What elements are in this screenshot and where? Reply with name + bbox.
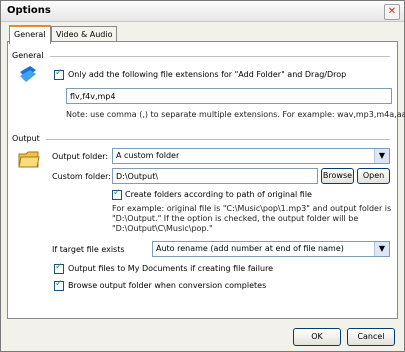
output-to-documents-label: Output files to My Documents if creating… [68, 264, 274, 273]
only-add-extensions-checkbox[interactable] [54, 68, 64, 80]
extensions-input[interactable]: flv,f4v,mp4 [66, 88, 392, 104]
if-target-exists-value: Auto rename (add number at end of file n… [156, 244, 344, 253]
chevron-down-icon[interactable]: ▼ [374, 242, 389, 256]
only-add-extensions-label: Only add the following file extensions f… [68, 70, 347, 79]
create-folders-checkbox[interactable] [112, 188, 122, 200]
chevron-down-icon[interactable]: ▼ [374, 149, 389, 163]
general-section-label: General [12, 51, 44, 60]
output-section-label: Output [12, 134, 40, 143]
browse-button[interactable]: Browse [321, 168, 354, 184]
browse-output-folder-checkbox[interactable] [54, 279, 64, 291]
folder-icon [18, 151, 40, 168]
create-folders-label: Create folders according to path of orig… [125, 190, 312, 199]
tab-video-audio[interactable]: Video & Audio [51, 26, 118, 42]
example-line-3: "D:\Output\C\Music\pop." [112, 224, 213, 233]
custom-folder-input[interactable]: D:\Output\ [112, 168, 318, 184]
output-folder-label: Output folder: [52, 152, 109, 161]
open-button[interactable]: Open [357, 168, 390, 184]
tab-general[interactable]: General [9, 25, 51, 44]
options-dialog: Options ✕ General Video & Audio General … [0, 0, 405, 352]
file-extension-icon [20, 66, 36, 82]
output-separator [46, 139, 390, 140]
output-folder-select[interactable]: A custom folder ▼ [112, 148, 390, 164]
extensions-note: Note: use comma (,) to separate multiple… [66, 110, 405, 119]
example-line-1: For example: original file is "C:\Music\… [112, 204, 392, 213]
title-bar: Options ✕ [1, 1, 404, 22]
general-tab-panel: General Only add the following file exte… [7, 41, 405, 319]
example-line-2: "D:\Output." If the option is checked, t… [112, 214, 359, 223]
if-target-exists-label: If target file exists [52, 245, 125, 254]
output-folder-value: A custom folder [116, 151, 180, 160]
if-target-exists-select[interactable]: Auto rename (add number at end of file n… [152, 241, 390, 257]
ok-button[interactable]: OK [293, 328, 341, 346]
output-to-documents-checkbox[interactable] [54, 262, 64, 274]
browse-output-folder-label: Browse output folder when conversion com… [68, 281, 267, 290]
close-icon[interactable]: ✕ [384, 4, 400, 20]
cancel-button[interactable]: Cancel [347, 328, 395, 346]
window-title: Options [7, 5, 51, 16]
custom-folder-label: Custom folder: [52, 172, 111, 181]
general-separator [50, 56, 390, 57]
